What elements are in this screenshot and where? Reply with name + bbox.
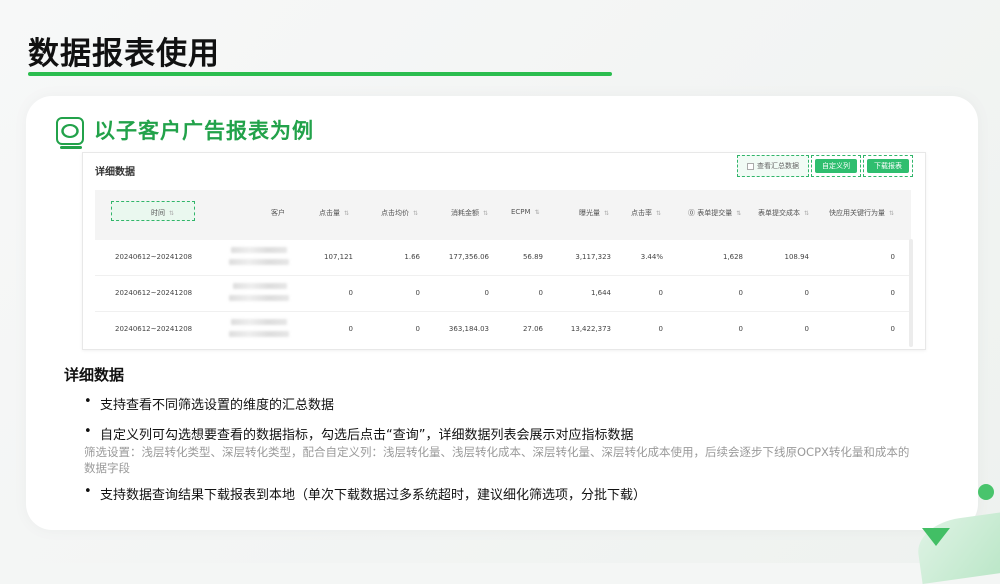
customer-blurred	[231, 319, 287, 325]
table-scrollbar[interactable]	[909, 239, 913, 347]
cell-time: 20240612~20241208	[115, 289, 193, 297]
cell-cost: 363,184.03	[448, 325, 489, 333]
sort-icon: ⇅	[736, 209, 742, 217]
cell-forms: 1,628	[722, 253, 743, 261]
filter-note: 筛选设置：浅层转化类型、深层转化类型，配合自定义列：浅层转化量、浅层转化成本、深…	[84, 445, 910, 475]
customer-blurred	[229, 331, 289, 337]
report-screenshot: 详细数据 查看汇总数据 自定义列 下载报表 时间 ⇅ 客户 点击量 ⇅ 点击均价 ⇅ …	[82, 152, 926, 350]
cell-impressions: 1,644	[590, 289, 611, 297]
sort-icon: ⇅	[889, 209, 895, 217]
cell-clicks: 107,121	[324, 253, 353, 261]
cell-clicks: 0	[348, 289, 353, 297]
col-time[interactable]: 时间 ⇅	[151, 208, 174, 218]
col-cost[interactable]: 消耗金额 ⇅	[451, 208, 488, 218]
cell-ecpm: 56.89	[522, 253, 543, 261]
sort-icon: ⇅	[169, 209, 175, 217]
custom-columns-button[interactable]: 自定义列	[815, 159, 857, 173]
col-forms[interactable]: ⓪ 表单提交量 ⇅	[688, 208, 741, 218]
checkbox-icon[interactable]	[747, 162, 754, 170]
cell-ctr: 0	[658, 325, 663, 333]
cell-time: 20240612~20241208	[115, 325, 193, 333]
col-ecpm[interactable]: ECPM ⇅	[511, 208, 540, 216]
customer-blurred	[231, 247, 287, 253]
col-form-cost[interactable]: 表单提交成本 ⇅	[758, 208, 809, 218]
cell-ctr: 0	[658, 289, 663, 297]
summary-checkbox[interactable]: 查看汇总数据	[737, 155, 809, 177]
cell-ctr: 3.44%	[640, 253, 663, 261]
cell-cpc: 0	[415, 289, 420, 297]
sort-icon: ⇅	[604, 209, 610, 217]
summary-checkbox-label: 查看汇总数据	[757, 162, 799, 170]
cell-ecpm: 0	[538, 289, 543, 297]
row-divider	[95, 311, 911, 312]
report-icon	[56, 117, 84, 149]
cell-impressions: 3,117,323	[575, 253, 611, 261]
col-clicks[interactable]: 点击量 ⇅	[319, 208, 349, 218]
sort-icon: ⇅	[413, 209, 419, 217]
customer-blurred	[229, 259, 289, 265]
section-title: 以子客户广告报表为例	[94, 119, 314, 143]
cell-form-cost: 0	[804, 325, 809, 333]
cell-form-cost: 108.94	[784, 253, 810, 261]
title-underline	[28, 72, 612, 76]
sort-icon: ⇅	[534, 208, 540, 216]
download-highlight: 下载报表	[863, 155, 913, 177]
cell-quickapp: 0	[890, 289, 895, 297]
cell-time: 20240612~20241208	[115, 253, 193, 261]
sort-icon: ⇅	[344, 209, 350, 217]
page-title: 数据报表使用	[28, 36, 220, 72]
content-heading: 详细数据	[64, 366, 125, 384]
cell-forms: 0	[738, 289, 743, 297]
bullet-item: 自定义列可勾选想要查看的数据指标，勾选后点击“查询”，详细数据列表会展示对应指标…	[84, 424, 633, 443]
cell-cpc: 0	[415, 325, 420, 333]
customer-blurred	[229, 295, 289, 301]
cell-cost: 0	[484, 289, 489, 297]
col-customer: 客户	[271, 209, 285, 217]
sort-icon: ⇅	[656, 209, 662, 217]
row-divider	[95, 275, 911, 276]
cell-impressions: 13,422,373	[570, 325, 611, 333]
cell-ecpm: 27.06	[522, 325, 543, 333]
custom-columns-highlight: 自定义列	[811, 155, 861, 177]
col-ctr[interactable]: 点击率 ⇅	[631, 208, 661, 218]
col-cpc[interactable]: 点击均价 ⇅	[381, 208, 418, 218]
col-quickapp[interactable]: 快应用关键行为量 ⇅	[829, 208, 894, 218]
decorative-dot	[978, 484, 994, 500]
cell-cost: 177,356.06	[448, 253, 489, 261]
col-impressions[interactable]: 曝光量 ⇅	[579, 208, 609, 218]
detail-data-title: 详细数据	[95, 167, 135, 178]
bullet-item: 支持数据查询结果下载报表到本地（单次下载数据过多系统超时，建议细化筛选项，分批下…	[84, 484, 646, 503]
sort-icon: ⇅	[483, 209, 489, 217]
bullet-item: 支持查看不同筛选设置的维度的汇总数据	[84, 394, 334, 413]
cell-cpc: 1.66	[404, 253, 420, 261]
sort-icon: ⇅	[804, 209, 810, 217]
customer-blurred	[233, 283, 287, 289]
cell-clicks: 0	[348, 325, 353, 333]
cell-quickapp: 0	[890, 325, 895, 333]
download-report-button[interactable]: 下载报表	[867, 159, 909, 173]
cell-quickapp: 0	[890, 253, 895, 261]
decorative-triangle	[922, 528, 950, 546]
cell-form-cost: 0	[804, 289, 809, 297]
cell-forms: 0	[738, 325, 743, 333]
